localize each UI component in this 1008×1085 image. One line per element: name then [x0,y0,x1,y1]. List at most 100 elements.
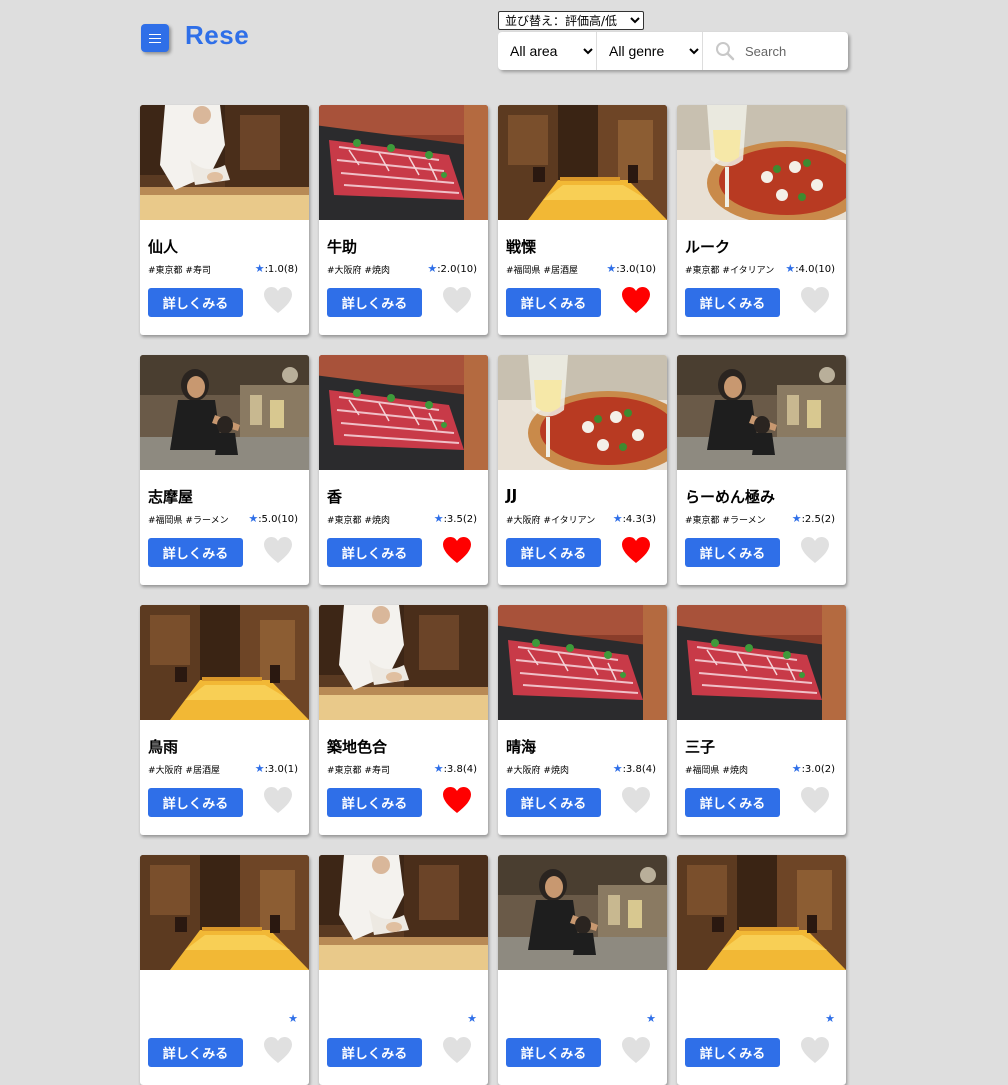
detail-button[interactable]: 詳しくみる [148,288,243,317]
shop-name: 仙人 [148,238,179,256]
shop-rating: ★:3.8(4) [613,762,656,775]
shop-photo [498,605,667,720]
shop-rating: ★:1.0(8) [255,262,298,275]
shop-name: JJ [506,486,518,504]
detail-button[interactable]: 詳しくみる [506,288,601,317]
shop-photo [677,605,846,720]
shop-rating: ★ [646,1012,656,1025]
rating-score: :3.8(4) [622,764,656,775]
shop-tags: #大阪府 #イタリアン [506,516,596,526]
search-bar: All area All genre [498,32,848,70]
shop-card: ★ 詳しくみる [319,855,488,1085]
heart-icon[interactable] [621,786,651,814]
detail-button[interactable]: 詳しくみる [506,788,601,817]
shop-photo [677,105,846,220]
heart-icon[interactable] [800,536,830,564]
heart-icon[interactable] [800,286,830,314]
rating-score: :3.8(4) [443,764,477,775]
detail-button[interactable]: 詳しくみる [327,788,422,817]
star-icon: ★ [606,262,617,275]
shop-tags: #大阪府 #焼肉 [327,266,390,276]
heart-icon[interactable] [263,286,293,314]
shop-card: 香 #東京都 #焼肉 ★:3.5(2) 詳しくみる [319,355,488,585]
shop-card: 築地色合 #東京都 #寿司 ★:3.8(4) 詳しくみる [319,605,488,835]
detail-button[interactable]: 詳しくみる [327,1038,422,1067]
shop-card: ★ 詳しくみる [498,855,667,1085]
rating-score: :3.5(2) [443,514,477,525]
detail-button[interactable]: 詳しくみる [148,1038,243,1067]
shop-card: 晴海 #大阪府 #焼肉 ★:3.8(4) 詳しくみる [498,605,667,835]
header: Rese 並び替え：評価高/低 All area All genre [140,11,848,78]
shop-card: ルーク #東京都 #イタリアン ★:4.0(10) 詳しくみる [677,105,846,335]
shop-photo [677,855,846,970]
star-icon: ★ [825,1012,835,1025]
shop-photo [319,355,488,470]
heart-icon[interactable] [800,786,830,814]
detail-button[interactable]: 詳しくみる [685,1038,780,1067]
rating-score: :3.0(1) [264,764,298,775]
shop-tags: #福岡県 #ラーメン [148,516,229,526]
shop-card: 志摩屋 #福岡県 #ラーメン ★:5.0(10) 詳しくみる [140,355,309,585]
heart-icon[interactable] [442,536,472,564]
heart-icon[interactable] [800,1036,830,1064]
heart-icon[interactable] [621,286,651,314]
shop-tags: #大阪府 #焼肉 [506,766,569,776]
rating-score: :4.3(3) [622,514,656,525]
heart-icon[interactable] [442,1036,472,1064]
detail-button[interactable]: 詳しくみる [506,538,601,567]
heart-icon[interactable] [263,536,293,564]
detail-button[interactable]: 詳しくみる [685,288,780,317]
shop-card: らーめん極み #東京都 #ラーメン ★:2.5(2) 詳しくみる [677,355,846,585]
rating-score: :4.0(10) [795,264,835,275]
shop-tags: #東京都 #寿司 [148,266,211,276]
heart-icon[interactable] [442,786,472,814]
shop-rating: ★:3.0(1) [255,762,298,775]
star-icon: ★ [427,262,438,275]
shop-rating: ★:4.0(10) [785,262,835,275]
heart-icon[interactable] [442,286,472,314]
heart-icon[interactable] [621,536,651,564]
star-icon: ★ [791,762,802,775]
detail-button[interactable]: 詳しくみる [148,788,243,817]
menu-icon[interactable] [141,24,169,52]
search-input[interactable] [743,42,837,60]
shop-name: 築地色合 [327,738,388,756]
shop-rating: ★:3.5(2) [434,512,477,525]
star-icon: ★ [433,762,444,775]
shop-card: 牛助 #大阪府 #焼肉 ★:2.0(10) 詳しくみる [319,105,488,335]
shop-tags: #福岡県 #居酒屋 [506,266,578,276]
heart-icon[interactable] [621,1036,651,1064]
area-select[interactable]: All area [498,32,597,70]
shop-photo [498,355,667,470]
star-icon: ★ [248,512,259,525]
shop-name: 香 [327,488,343,506]
shop-rating: ★:3.8(4) [434,762,477,775]
star-icon: ★ [254,262,265,275]
shop-name: ルーク [685,238,731,256]
star-icon: ★ [646,1012,656,1025]
shop-name: 牛助 [327,238,358,256]
star-icon: ★ [288,1012,298,1025]
shop-tags: #東京都 #ラーメン [685,516,766,526]
detail-button[interactable]: 詳しくみる [506,1038,601,1067]
sort-select[interactable]: 並び替え：評価高/低 [498,11,644,30]
detail-button[interactable]: 詳しくみる [685,538,780,567]
shop-tags: #東京都 #イタリアン [685,266,775,276]
shop-photo [140,355,309,470]
shop-card: 戦慄 #福岡県 #居酒屋 ★:3.0(10) 詳しくみる [498,105,667,335]
shop-photo [498,855,667,970]
star-icon: ★ [433,512,444,525]
detail-button[interactable]: 詳しくみる [148,538,243,567]
shop-rating: ★:5.0(10) [248,512,298,525]
shop-card: ★ 詳しくみる [140,855,309,1085]
star-icon: ★ [791,512,802,525]
heart-icon[interactable] [263,786,293,814]
star-icon: ★ [467,1012,477,1025]
shop-photo [140,855,309,970]
shop-photo [498,105,667,220]
heart-icon[interactable] [263,1036,293,1064]
detail-button[interactable]: 詳しくみる [685,788,780,817]
detail-button[interactable]: 詳しくみる [327,288,422,317]
genre-select[interactable]: All genre [597,32,703,70]
detail-button[interactable]: 詳しくみる [327,538,422,567]
